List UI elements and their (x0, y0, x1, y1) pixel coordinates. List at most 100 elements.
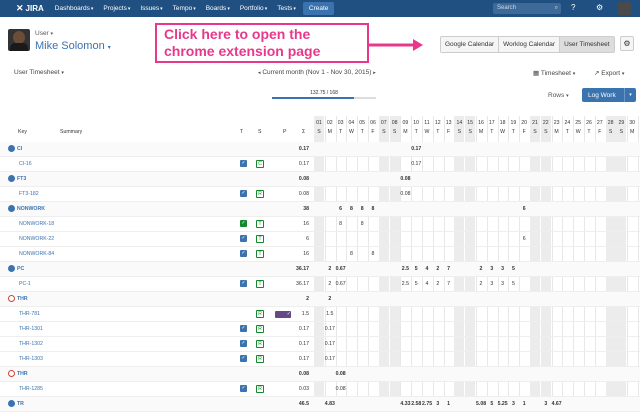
day-hours-cell[interactable]: 2 (325, 281, 335, 287)
day-hours-cell[interactable]: 2.5 (400, 281, 410, 287)
day-hours-cell[interactable]: 8 (368, 206, 378, 212)
day-hours-cell[interactable]: 6 (519, 236, 529, 242)
day-hours-cell[interactable]: 2 (476, 266, 486, 272)
nav-tests[interactable]: Tests▾ (277, 5, 296, 12)
create-button[interactable]: Create (302, 2, 335, 15)
issue-row[interactable]: NONWORK-22 ✓ T 6 6 (0, 232, 640, 247)
day-hours-cell[interactable]: 2 (433, 266, 443, 272)
issue-key-link[interactable]: THR-1285 (19, 386, 43, 392)
chevron-down-icon[interactable]: ▾ (624, 88, 636, 102)
chevron-right-icon[interactable]: ▸ (373, 70, 376, 76)
col-key[interactable]: Key (18, 129, 27, 135)
search-input[interactable]: Search ⌕ (493, 3, 561, 14)
issue-row[interactable]: PC-1 ✓ T 36.17 2 0.67 2.5 5 4 2 7 2 3 3 5 (0, 277, 640, 292)
project-group-row[interactable]: PC 36.17 2 0.67 2.5 5 4 2 7 2 3 3 5 (0, 262, 640, 277)
day-hours-cell[interactable]: 2 (433, 281, 443, 287)
rows-selector[interactable]: Rows ▾ (548, 92, 569, 99)
day-hours-cell[interactable]: 8 (346, 251, 356, 257)
day-hours-cell[interactable]: 3 (433, 401, 443, 407)
nav-projects[interactable]: Projects▾ (103, 5, 130, 12)
issue-key-link[interactable]: THR-1301 (19, 326, 43, 332)
nav-boards[interactable]: Boards▾ (206, 5, 230, 12)
issue-row[interactable]: THR-1285 ✓ R 0.03 0.08 (0, 382, 640, 397)
day-hours-cell[interactable]: 3 (487, 281, 497, 287)
tab-worklog-calendar[interactable]: Worklog Calendar (499, 37, 561, 52)
nav-dashboards[interactable]: Dashboards▾ (55, 5, 94, 12)
issue-row[interactable]: CI-16 ✓ C 0.17 0.17 (0, 157, 640, 172)
day-hours-cell[interactable]: 3 (487, 266, 497, 272)
day-hours-cell[interactable]: 3 (498, 266, 508, 272)
chevron-left-icon[interactable]: ◂ (258, 70, 261, 76)
day-hours-cell[interactable]: 4.33 (400, 401, 410, 407)
day-hours-cell[interactable]: 5 (508, 281, 518, 287)
project-group-row[interactable]: THR 2 2 (0, 292, 640, 307)
day-hours-cell[interactable]: 4 (422, 266, 432, 272)
issue-row[interactable]: THR-1302 ✓ R 0.17 0.17 (0, 337, 640, 352)
issue-key-link[interactable]: CI-16 (19, 161, 32, 167)
day-hours-cell[interactable]: 0.08 (336, 386, 346, 392)
day-hours-cell[interactable]: 5 (411, 281, 421, 287)
project-group-row[interactable]: THR 0.08 0.08 (0, 367, 640, 382)
day-hours-cell[interactable]: 8 (336, 221, 346, 227)
day-hours-cell[interactable]: 2.75 (422, 401, 432, 407)
day-hours-cell[interactable]: 0.08 (400, 191, 410, 197)
issue-key-link[interactable]: PC-1 (19, 281, 31, 287)
day-hours-cell[interactable]: 8 (357, 221, 367, 227)
issue-key-link[interactable]: CI (17, 146, 22, 152)
issue-key-link[interactable]: FT3-182 (19, 191, 39, 197)
day-hours-cell[interactable]: 2 (476, 281, 486, 287)
day-hours-cell[interactable]: 0.08 (336, 371, 346, 377)
project-group-row[interactable]: FT3 0.08 0.08 (0, 172, 640, 187)
col-type[interactable]: T (240, 129, 243, 135)
export-menu[interactable]: ↗ Export ▾ (594, 69, 624, 77)
project-group-row[interactable]: NONWORK 38 6 8 8 8 6 (0, 202, 640, 217)
day-hours-cell[interactable]: 2 (325, 266, 335, 272)
issue-row[interactable]: NONWORK-18 ✓ T 16 8 8 (0, 217, 640, 232)
day-hours-cell[interactable]: 7 (444, 281, 454, 287)
user-label[interactable]: User ▾ (35, 30, 53, 37)
nav-portfolio[interactable]: Portfolio▾ (240, 5, 267, 12)
issue-row[interactable]: THR-781 ✓ R 1.5 1.5 (0, 307, 640, 322)
day-hours-cell[interactable]: 5.25 (498, 401, 508, 407)
issue-key-link[interactable]: NONWORK-84 (19, 251, 54, 257)
day-hours-cell[interactable]: 1.5 (325, 311, 335, 317)
day-hours-cell[interactable]: 2.5 (400, 266, 410, 272)
day-hours-cell[interactable]: 0.17 (411, 146, 421, 152)
day-hours-cell[interactable]: 6 (336, 206, 346, 212)
issue-key-link[interactable]: NONWORK-22 (19, 236, 54, 242)
col-summary[interactable]: Summary (60, 129, 82, 135)
nav-tempo[interactable]: Tempo▾ (173, 5, 196, 12)
day-hours-cell[interactable]: 4.83 (325, 401, 335, 407)
day-hours-cell[interactable]: 3 (498, 281, 508, 287)
tab-google-calendar[interactable]: Google Calendar (441, 37, 500, 52)
day-hours-cell[interactable]: 0.08 (400, 176, 410, 182)
day-hours-cell[interactable]: 0.67 (336, 281, 346, 287)
day-hours-cell[interactable]: 2 (325, 296, 335, 302)
settings-gear-icon[interactable]: ⚙ (596, 3, 603, 12)
profile-avatar[interactable] (618, 2, 631, 15)
issue-key-link[interactable]: THR-1303 (19, 356, 43, 362)
day-hours-cell[interactable]: 0.17 (325, 341, 335, 347)
help-icon[interactable]: ? (571, 3, 575, 12)
log-work-button[interactable]: Log Work ▾ (582, 88, 636, 102)
view-selector[interactable]: User Timesheet ▾ (14, 69, 64, 76)
day-hours-cell[interactable]: 3 (508, 401, 518, 407)
issue-key-link[interactable]: TR (17, 401, 24, 407)
period-selector[interactable]: ◂ Current month (Nov 1 - Nov 30, 2015) ▸ (258, 69, 376, 76)
issue-key-link[interactable]: THR-1302 (19, 341, 43, 347)
day-hours-cell[interactable]: 0.17 (325, 326, 335, 332)
issue-row[interactable]: THR-1301 ✓ R 0.17 0.17 (0, 322, 640, 337)
issue-key-link[interactable]: THR (17, 371, 28, 377)
day-hours-cell[interactable]: 0.17 (325, 356, 335, 362)
col-priority[interactable]: P (283, 129, 286, 135)
timesheet-menu[interactable]: ▦ Timesheet ▾ (533, 69, 575, 77)
day-hours-cell[interactable]: 3 (541, 401, 551, 407)
day-hours-cell[interactable]: 4 (422, 281, 432, 287)
jira-logo[interactable]: ✕ JIRA (16, 3, 44, 14)
day-hours-cell[interactable]: 1 (444, 401, 454, 407)
day-hours-cell[interactable]: 5.08 (476, 401, 486, 407)
day-hours-cell[interactable]: 5 (411, 266, 421, 272)
issue-row[interactable]: NONWORK-84 ✓ T 16 8 8 (0, 247, 640, 262)
day-hours-cell[interactable]: 5 (487, 401, 497, 407)
user-name-selector[interactable]: Mike Solomon ▾ (35, 40, 111, 52)
